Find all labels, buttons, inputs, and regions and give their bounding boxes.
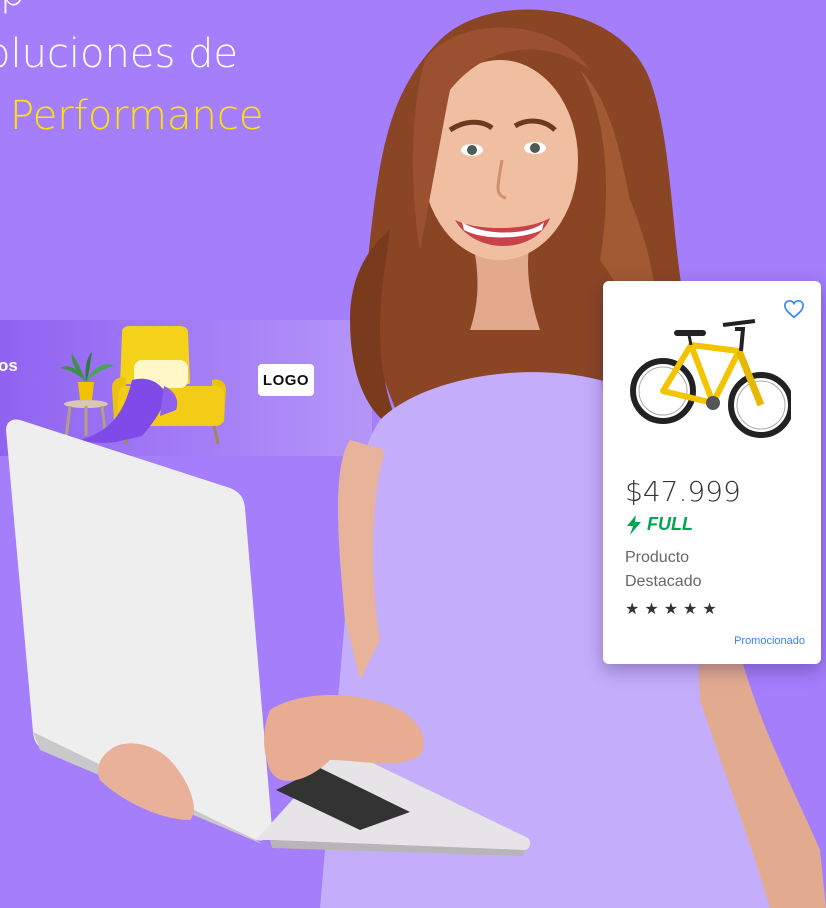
full-badge-label: FULL xyxy=(647,514,693,534)
full-shipping-badge: FULL xyxy=(625,514,693,535)
product-name[interactable]: Producto Destacado xyxy=(625,546,745,594)
laptop-image xyxy=(6,419,531,856)
lightning-bolt-icon xyxy=(627,514,641,535)
headline-line-1: p xyxy=(0,0,25,14)
product-price: $47.999 xyxy=(625,475,741,508)
product-card[interactable]: $47.999 FULL Producto Destacado ★★★★★ Pr… xyxy=(603,281,821,664)
banner-text: os xyxy=(0,356,18,375)
headline-line-3: Performance xyxy=(10,93,264,139)
headline-line-2: oluciones de xyxy=(0,31,239,77)
promoted-label: Promocionado xyxy=(734,635,805,647)
rating-stars: ★★★★★ xyxy=(625,601,722,618)
bicycle-image xyxy=(630,319,791,438)
